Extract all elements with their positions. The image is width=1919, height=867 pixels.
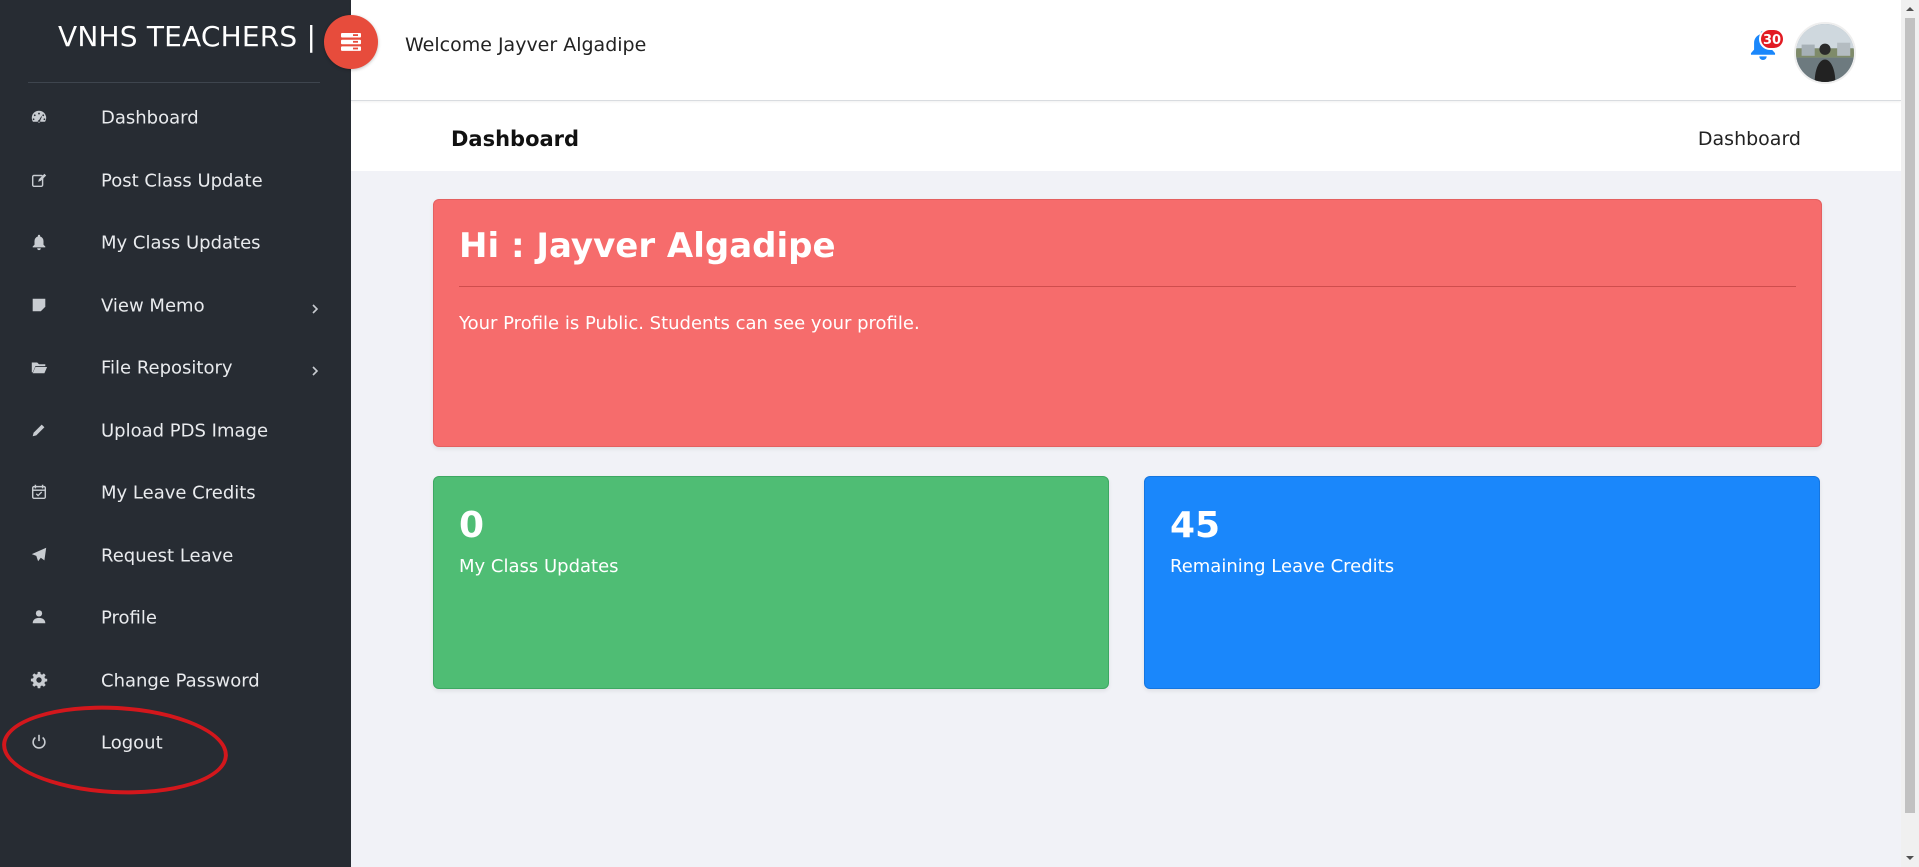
avatar[interactable]	[1794, 22, 1856, 84]
breadcrumb-link[interactable]: Dashboard	[1698, 128, 1801, 150]
sidebar-menu: Dashboard Post Class Update My Class Upd…	[0, 87, 351, 775]
sticky-note-icon	[30, 296, 50, 316]
page-title: Dashboard	[451, 127, 580, 151]
sidebar-item-label: Dashboard	[101, 107, 199, 129]
stat-value: 45	[1170, 505, 1221, 546]
scrollbar-thumb[interactable]	[1905, 18, 1915, 813]
menu-toggle-icon	[341, 33, 361, 51]
sidebar-item-profile[interactable]: Profile	[0, 587, 351, 650]
sidebar-item-label: Profile	[101, 607, 157, 629]
breadcrumb: Dashboard Dashboard	[351, 107, 1901, 171]
sidebar-item-logout[interactable]: Logout	[0, 712, 351, 775]
greeting-card: Hi : Jayver Algadipe Your Profile is Pub…	[433, 199, 1822, 447]
sidebar-item-label: My Leave Credits	[101, 482, 256, 504]
main-content: Hi : Jayver Algadipe Your Profile is Pub…	[351, 171, 1901, 867]
paper-plane-icon	[30, 546, 50, 566]
sidebar-divider	[28, 82, 320, 83]
sidebar-item-label: Logout	[101, 732, 163, 754]
sidebar-item-my-class-updates[interactable]: My Class Updates	[0, 212, 351, 275]
brand-area: VNHS TEACHERS |	[0, 0, 351, 80]
sidebar-item-label: Upload PDS Image	[101, 420, 269, 442]
sidebar-item-view-memo[interactable]: View Memo	[0, 275, 351, 338]
calendar-check-icon	[30, 483, 50, 503]
sidebar-item-my-leave-credits[interactable]: My Leave Credits	[0, 462, 351, 525]
sidebar-item-label: View Memo	[101, 295, 205, 317]
sidebar-item-label: Change Password	[101, 670, 260, 692]
sidebar: VNHS TEACHERS | Dashboard Post Class Upd…	[0, 0, 351, 867]
stat-label: My Class Updates	[459, 556, 619, 577]
notification-count-badge: 30	[1759, 28, 1786, 50]
power-icon	[30, 733, 50, 753]
brand-title[interactable]: VNHS TEACHERS |	[58, 20, 316, 53]
gear-icon	[30, 671, 50, 691]
chevron-right-icon	[309, 362, 321, 376]
sidebar-item-dashboard[interactable]: Dashboard	[0, 87, 351, 150]
dashboard-icon	[30, 108, 50, 128]
sidebar-item-change-password[interactable]: Change Password	[0, 650, 351, 713]
sidebar-item-label: File Repository	[101, 357, 233, 379]
bell-icon	[30, 233, 50, 253]
chevron-right-icon	[309, 300, 321, 314]
stat-value: 0	[459, 505, 485, 546]
leave-credits-stat-card[interactable]: 45 Remaining Leave Credits	[1144, 476, 1820, 689]
sidebar-item-upload-pds-image[interactable]: Upload PDS Image	[0, 400, 351, 463]
profile-visibility-message: Your Profile is Public. Students can see…	[459, 313, 920, 334]
sidebar-item-label: Post Class Update	[101, 170, 263, 192]
scroll-up-arrow-icon[interactable]	[1901, 0, 1919, 18]
sidebar-toggle-button[interactable]	[324, 15, 378, 69]
pencil-icon	[30, 421, 50, 441]
greeting-heading: Hi : Jayver Algadipe	[459, 226, 836, 266]
sidebar-item-request-leave[interactable]: Request Leave	[0, 525, 351, 588]
welcome-text: Welcome Jayver Algadipe	[405, 34, 647, 56]
page-scrollbar[interactable]	[1901, 0, 1919, 867]
edit-icon	[30, 171, 50, 191]
greeting-divider	[459, 286, 1796, 287]
folder-open-icon	[30, 358, 50, 378]
stat-label: Remaining Leave Credits	[1170, 556, 1395, 577]
top-header: Welcome Jayver Algadipe 30	[351, 0, 1901, 101]
sidebar-item-file-repository[interactable]: File Repository	[0, 337, 351, 400]
user-icon	[30, 608, 50, 628]
sidebar-item-label: Request Leave	[101, 545, 234, 567]
sidebar-item-post-class-update[interactable]: Post Class Update	[0, 150, 351, 213]
class-updates-stat-card[interactable]: 0 My Class Updates	[433, 476, 1109, 689]
app-page: VNHS TEACHERS | Dashboard Post Class Upd…	[0, 0, 1919, 867]
sidebar-item-label: My Class Updates	[101, 232, 261, 254]
scroll-down-arrow-icon[interactable]	[1901, 849, 1919, 867]
